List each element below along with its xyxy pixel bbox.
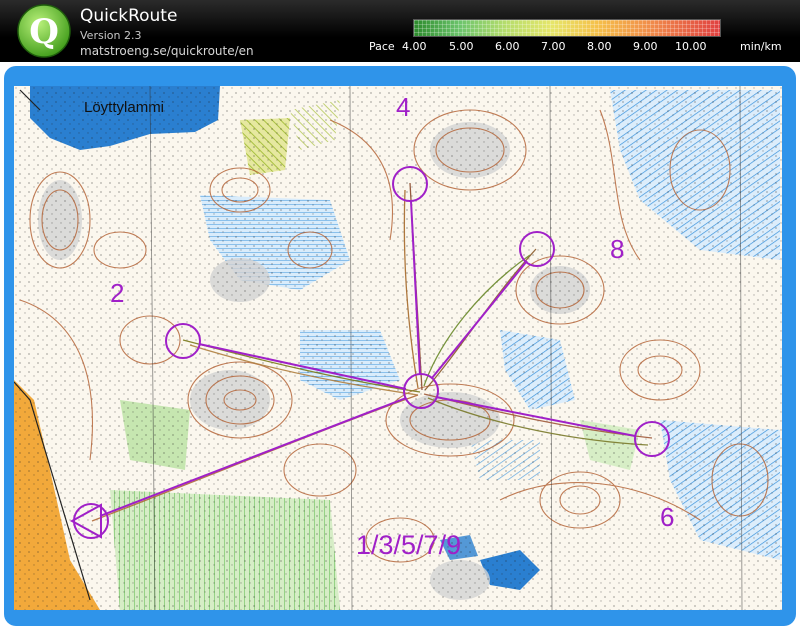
pace-tick: 7.00 bbox=[541, 40, 566, 53]
app-url-link[interactable]: matstroeng.se/quickroute/en bbox=[80, 44, 254, 58]
orienteering-map[interactable]: Löyttylammi 2 4 8 6 1/3/5/7/9 bbox=[14, 86, 782, 610]
pace-tick: 5.00 bbox=[449, 40, 474, 53]
start-group-label: 1/3/5/7/9 bbox=[356, 530, 461, 560]
quickroute-logo-icon: Q bbox=[17, 4, 71, 58]
pace-tick: 8.00 bbox=[587, 40, 612, 53]
pace-unit: min/km bbox=[740, 40, 782, 53]
map-viewport[interactable]: Löyttylammi 2 4 8 6 1/3/5/7/9 bbox=[14, 86, 782, 610]
pace-color-scale bbox=[413, 19, 721, 37]
pace-tick: 10.00 bbox=[675, 40, 707, 53]
app-version: Version 2.3 bbox=[80, 29, 142, 42]
pace-tick: 4.00 bbox=[402, 40, 427, 53]
control-label-2: 2 bbox=[110, 278, 124, 308]
control-label-6: 6 bbox=[660, 502, 674, 532]
logo-letter: Q bbox=[29, 12, 59, 52]
control-label-8: 8 bbox=[610, 234, 624, 264]
app-header: Q QuickRoute Version 2.3 matstroeng.se/q… bbox=[0, 0, 800, 62]
pace-label: Pace bbox=[369, 40, 395, 53]
pace-tick: 6.00 bbox=[495, 40, 520, 53]
pace-tick: 9.00 bbox=[633, 40, 658, 53]
control-label-4: 4 bbox=[396, 92, 410, 122]
app-title: QuickRoute bbox=[80, 6, 178, 26]
quickroute-window: Q QuickRoute Version 2.3 matstroeng.se/q… bbox=[0, 0, 800, 629]
